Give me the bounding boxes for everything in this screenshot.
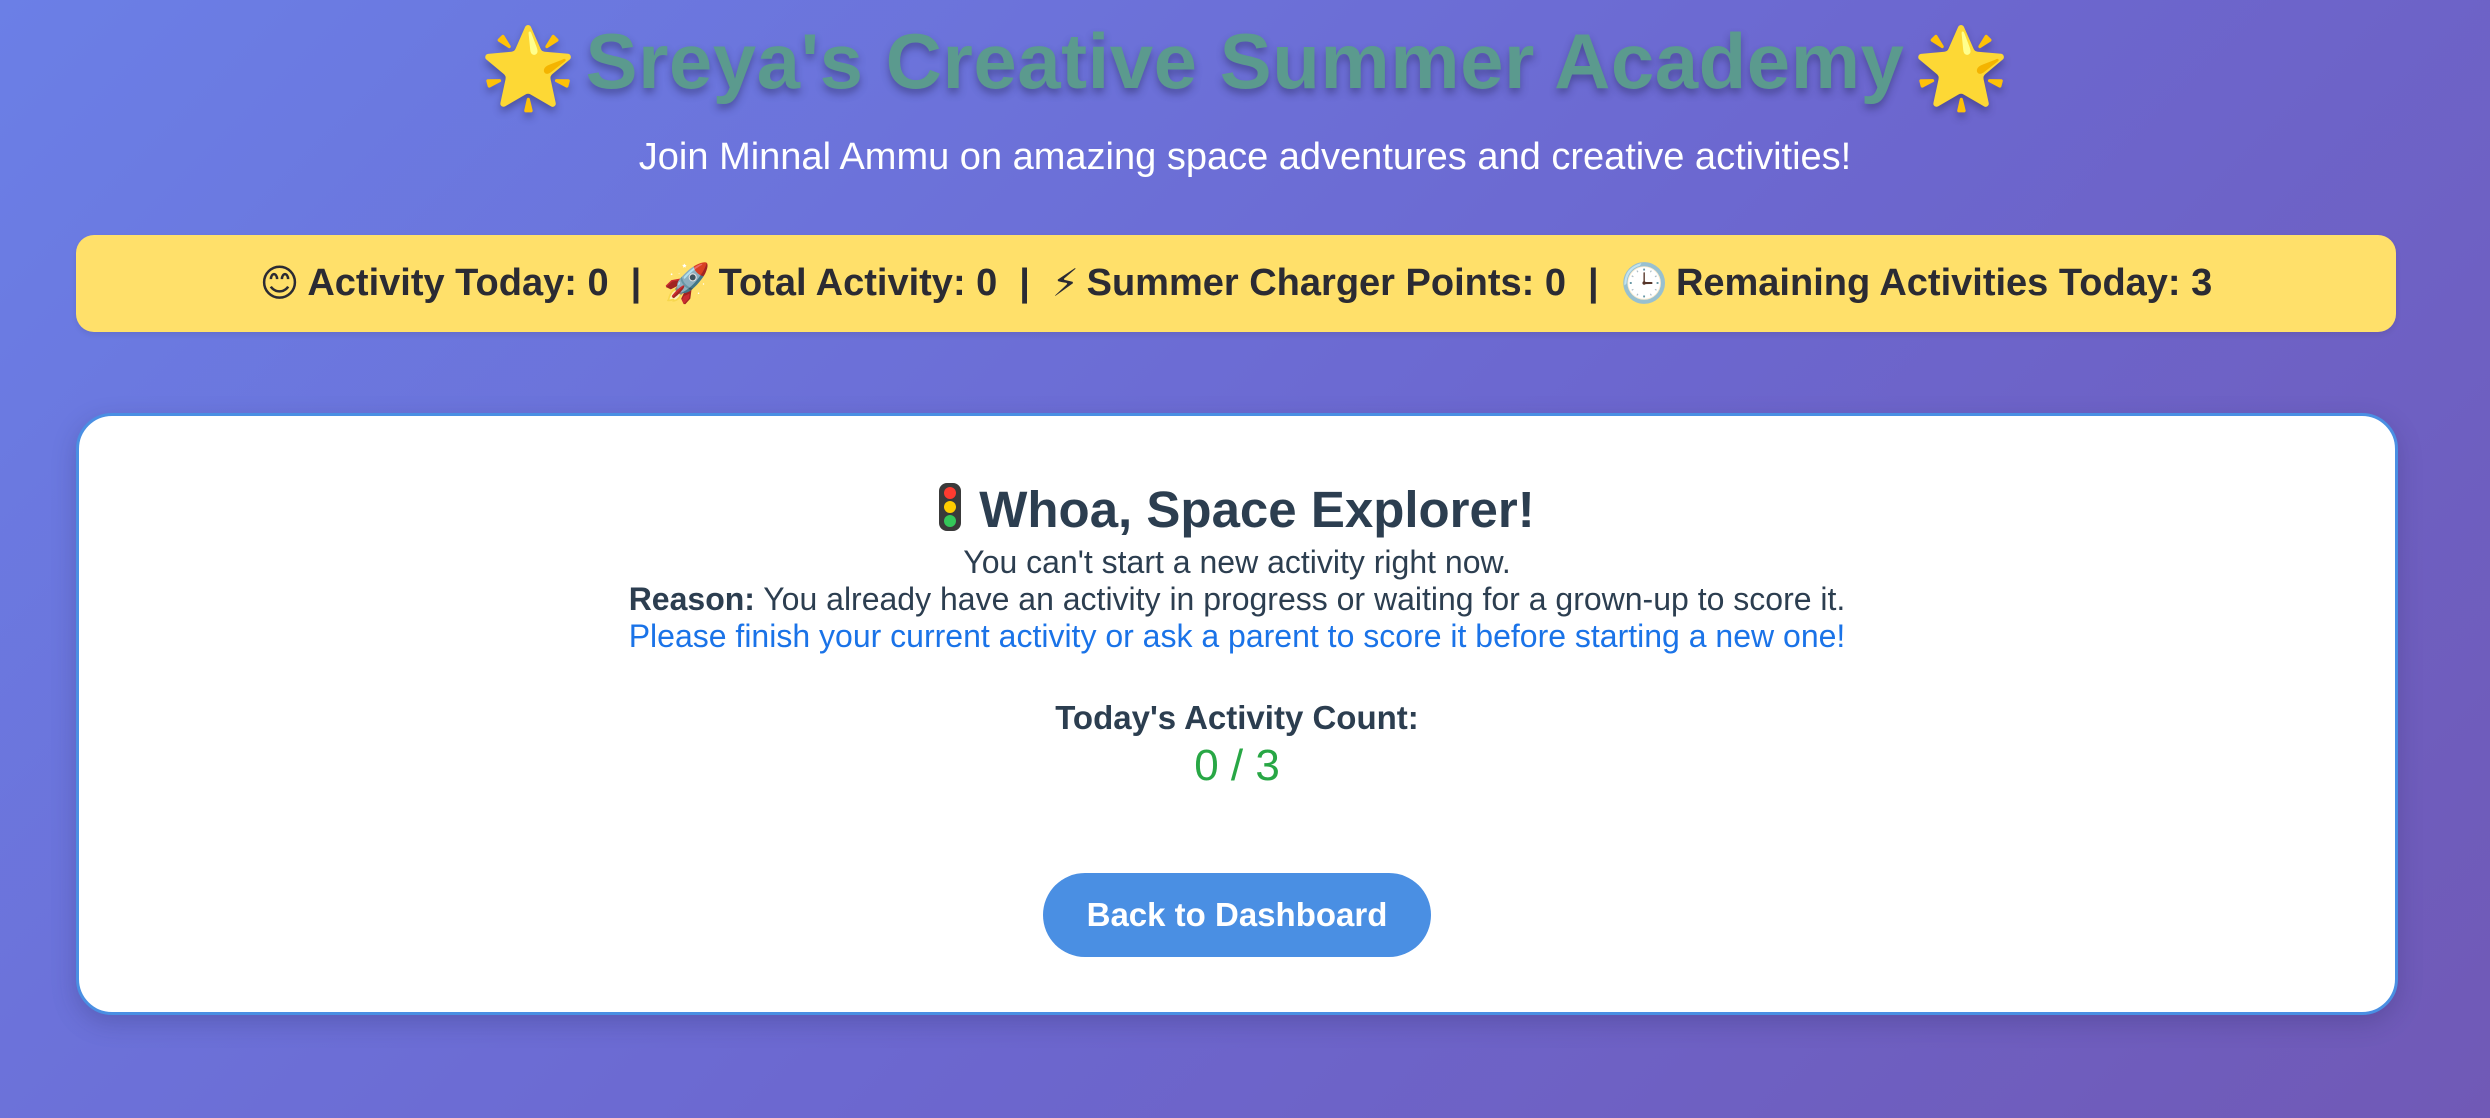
header: 🌟 Sreya's Creative Summer Academy 🌟 Join M… [0,0,2490,179]
page-title: 🌟 Sreya's Creative Summer Academy 🌟 [0,6,2490,122]
stat-remaining-activities-label: Remaining Activities Today: 3 [1675,262,2213,304]
stat-activity-today-label: Activity Today: 0 [307,262,609,304]
card-title-text: Whoa, Space Explorer! [979,481,1535,538]
star-icon: 🌟 [479,23,578,112]
stat-charger-points: ⚡ Summer Charger Points: 0 [1052,261,1566,306]
rocket-icon: 🚀 [663,262,711,305]
blocked-activity-card: Whoa, Space Explorer! You can't start a … [76,413,2398,1015]
instruction-text: Please finish your current activity or a… [628,618,1846,654]
page-subtitle: Join Minnal Ammu on amazing space advent… [638,136,1852,179]
reason-line: Reason: You already have an activity in … [79,581,2395,618]
stat-activity-today: 😊 Activity Today: 0 [260,261,609,306]
stats-bar: 😊 Activity Today: 0 | 🚀 Total Activity: … [76,235,2396,332]
stat-remaining-activities: 🕒 Remaining Activities Today: 3 [1621,262,2213,306]
stat-separator: | [1019,262,1030,304]
back-to-dashboard-button[interactable]: Back to Dashboard [1043,873,1431,957]
traffic-light-icon [939,483,962,531]
activity-count-value: 0 / 3 [1194,741,1280,790]
stat-separator: | [630,262,642,304]
card-title: Whoa, Space Explorer! [79,480,2395,540]
stat-total-activity-label: Total Activity: 0 [718,262,998,304]
reason-text: You already have an activity in progress… [754,581,1846,617]
lightning-icon: ⚡ [1051,263,1079,305]
activity-count-label: Today's Activity Count: [1055,699,1419,736]
reason-label: Reason: [628,581,755,617]
clock-icon: 🕒 [1620,262,1668,305]
page-title-text: Sreya's Creative Summer Academy [585,17,1905,105]
smiley-icon: 😊 [259,263,300,305]
stat-separator: | [1587,262,1599,304]
stat-charger-points-label: Summer Charger Points: 0 [1086,262,1566,304]
blocked-message: You can't start a new activity right now… [963,544,1511,580]
star-icon: 🌟 [1912,23,2011,112]
stat-total-activity: 🚀 Total Activity: 0 [663,262,997,306]
